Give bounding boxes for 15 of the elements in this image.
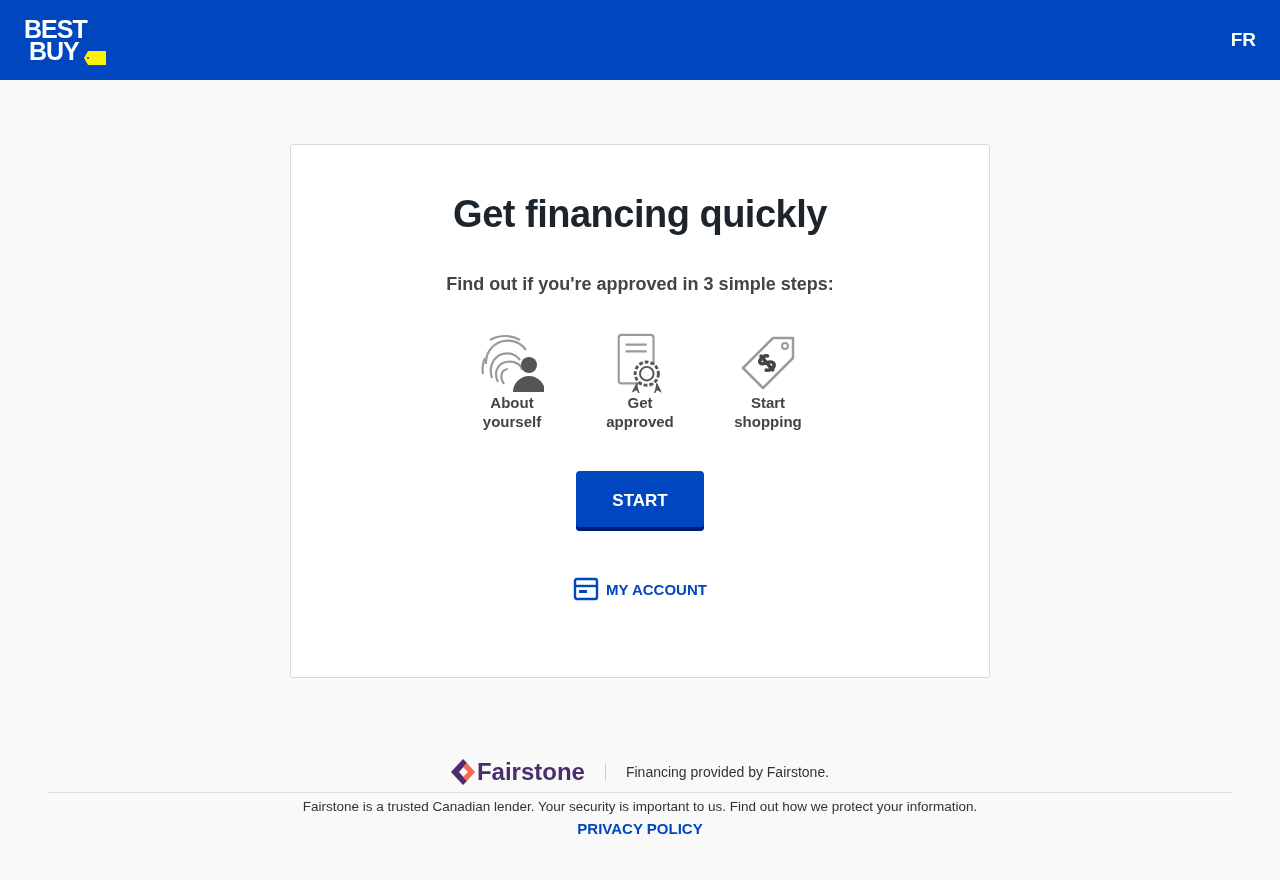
privacy-policy-link[interactable]: PRIVACY POLICY xyxy=(577,820,703,837)
step-label: About yourself xyxy=(481,393,543,431)
card-subtitle: Find out if you're approved in 3 simple steps: xyxy=(446,274,834,295)
my-account-link[interactable]: MY ACCOUNT xyxy=(573,577,707,601)
card-title: Get financing quickly xyxy=(453,193,827,236)
language-link[interactable]: FR xyxy=(1230,29,1256,51)
partner-logo: Fairstone xyxy=(450,758,585,786)
card-icon xyxy=(573,577,600,601)
step-label: Get approved xyxy=(605,393,675,431)
partner-note: Financing provided by Fairstone. xyxy=(625,764,830,780)
store-logo[interactable]: BEST BUY xyxy=(24,18,108,62)
trust-note: Fairstone is a trusted Canadian lender. Your security is important to us. Find out how we protect your information. xyxy=(302,799,978,814)
step-label: Start shopping xyxy=(733,393,803,431)
start-button[interactable]: START xyxy=(576,471,704,531)
fingerprint-person-icon xyxy=(480,333,544,393)
